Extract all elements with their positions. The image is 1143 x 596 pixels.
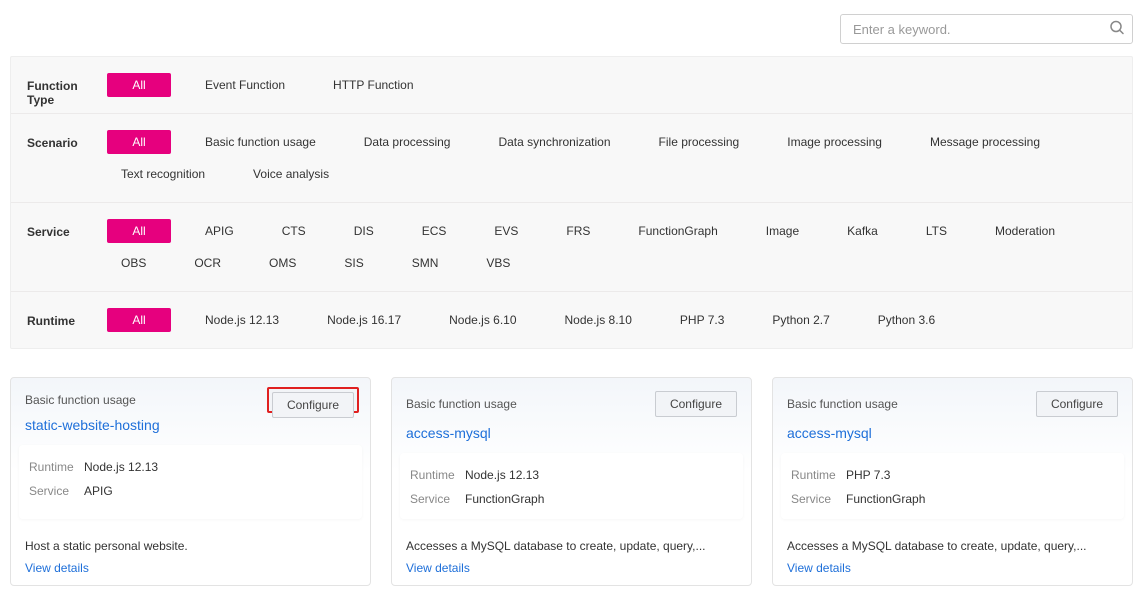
card-runtime-row: RuntimePHP 7.3 (791, 463, 1114, 487)
filter-row-runtime: RuntimeAll Node.js 12.13 Node.js 16.17 Node… (11, 292, 1132, 348)
card-category: Basic function usage (25, 393, 136, 407)
filter-chip-service-15[interactable]: SIS (330, 251, 377, 275)
filter-chip-service-8[interactable]: Image (752, 219, 813, 243)
template-card: Basic function usage Configure access-mysq… (391, 377, 752, 586)
card-description: Host a static personal website. (11, 529, 370, 557)
card-runtime-value: Node.js 12.13 (465, 468, 539, 482)
filter-chip-scenario-4[interactable]: File processing (645, 130, 754, 154)
card-runtime-label: Runtime (791, 468, 846, 482)
filter-chip-service-3[interactable]: DIS (340, 219, 388, 243)
search-box (840, 14, 1133, 44)
filter-chip-runtime-2[interactable]: Node.js 16.17 (313, 308, 415, 332)
card-service-value: FunctionGraph (465, 492, 544, 506)
filter-chip-runtime-5[interactable]: PHP 7.3 (666, 308, 738, 332)
card-service-row: ServiceFunctionGraph (791, 487, 1114, 511)
card-service-label: Service (791, 492, 846, 506)
card-category: Basic function usage (406, 397, 517, 411)
filter-row-functionType: Function TypeAll Event Function HTTP Funct… (11, 57, 1132, 114)
filter-chip-runtime-1[interactable]: Node.js 12.13 (191, 308, 293, 332)
filter-label-scenario: Scenario (27, 114, 107, 150)
card-runtime-row: RuntimeNode.js 12.13 (29, 455, 352, 479)
card-runtime-value: Node.js 12.13 (84, 460, 158, 474)
card-service-value: APIG (84, 484, 113, 498)
view-details-link[interactable]: View details (773, 557, 1132, 585)
card-body: RuntimeNode.js 12.13ServiceAPIG (19, 445, 362, 519)
filter-chip-scenario-8[interactable]: Voice analysis (239, 162, 343, 186)
filter-chip-functionType-0[interactable]: All (107, 73, 171, 97)
filter-chip-scenario-6[interactable]: Message processing (916, 130, 1054, 154)
filter-chip-service-0[interactable]: All (107, 219, 171, 243)
filter-chip-service-13[interactable]: OCR (180, 251, 235, 275)
filter-chip-scenario-3[interactable]: Data synchronization (484, 130, 624, 154)
filter-chip-scenario-0[interactable]: All (107, 130, 171, 154)
filter-values-scenario: All Basic function usage Data processing Da… (107, 114, 1132, 202)
template-card: Basic function usage Configure access-mysq… (772, 377, 1133, 586)
configure-button[interactable]: Configure (1036, 391, 1118, 417)
filter-label-service: Service (27, 203, 107, 239)
filter-chip-functionType-2[interactable]: HTTP Function (319, 73, 427, 97)
view-details-link[interactable]: View details (11, 557, 370, 585)
card-service-row: ServiceAPIG (29, 479, 352, 503)
filter-row-scenario: ScenarioAll Basic function usage Data proc… (11, 114, 1132, 203)
card-body: RuntimeNode.js 12.13ServiceFunctionGraph (400, 453, 743, 519)
search-input[interactable] (840, 14, 1133, 44)
filter-chip-service-5[interactable]: EVS (480, 219, 532, 243)
filter-chip-service-11[interactable]: Moderation (981, 219, 1069, 243)
filter-panel: Function TypeAllEvent FunctionHTTP Funct… (10, 56, 1133, 349)
filter-chip-scenario-2[interactable]: Data processing (350, 130, 465, 154)
card-service-row: ServiceFunctionGraph (410, 487, 733, 511)
filter-label-functionType: Function Type (27, 57, 107, 107)
filter-chip-service-2[interactable]: CTS (268, 219, 320, 243)
filter-label-runtime: Runtime (27, 292, 107, 328)
filter-chip-service-7[interactable]: FunctionGraph (624, 219, 731, 243)
filter-values-functionType: All Event Function HTTP Function (107, 57, 1132, 113)
card-runtime-label: Runtime (29, 460, 84, 474)
card-runtime-value: PHP 7.3 (846, 468, 890, 482)
template-card: Basic function usage Configurestatic-webs… (10, 377, 371, 586)
filter-chip-scenario-7[interactable]: Text recognition (107, 162, 219, 186)
view-details-link[interactable]: View details (392, 557, 751, 585)
filter-values-service: All APIG CTS DIS ECS EVS FRS FunctionGraph Image… (107, 203, 1132, 291)
card-service-label: Service (29, 484, 84, 498)
card-header: Basic function usage Configure (392, 378, 751, 423)
filter-chip-runtime-4[interactable]: Node.js 8.10 (551, 308, 646, 332)
filter-chip-service-12[interactable]: OBS (107, 251, 160, 275)
filter-chip-runtime-3[interactable]: Node.js 6.10 (435, 308, 530, 332)
filter-chip-runtime-7[interactable]: Python 3.6 (864, 308, 949, 332)
card-header: Basic function usage Configure (11, 378, 370, 415)
filter-chip-service-10[interactable]: LTS (912, 219, 961, 243)
filter-row-service: ServiceAll APIG CTS DIS ECS EVS FRS FunctionGra… (11, 203, 1132, 292)
filter-values-runtime: All Node.js 12.13 Node.js 16.17 Node.js 6.1… (107, 292, 1132, 348)
card-runtime-label: Runtime (410, 468, 465, 482)
filter-chip-scenario-1[interactable]: Basic function usage (191, 130, 330, 154)
configure-button[interactable]: Configure (655, 391, 737, 417)
filter-chip-service-9[interactable]: Kafka (833, 219, 892, 243)
filter-chip-service-14[interactable]: OMS (255, 251, 310, 275)
card-title-link[interactable]: access-mysql (392, 423, 751, 453)
card-runtime-row: RuntimeNode.js 12.13 (410, 463, 733, 487)
configure-button-highlight: Configure (267, 387, 359, 413)
card-body: RuntimePHP 7.3ServiceFunctionGraph (781, 453, 1124, 519)
filter-chip-functionType-1[interactable]: Event Function (191, 73, 299, 97)
filter-chip-runtime-0[interactable]: All (107, 308, 171, 332)
card-service-value: FunctionGraph (846, 492, 925, 506)
filter-chip-service-1[interactable]: APIG (191, 219, 248, 243)
card-description: Accesses a MySQL database to create, upd… (773, 529, 1132, 557)
card-title-link[interactable]: access-mysql (773, 423, 1132, 453)
filter-chip-service-17[interactable]: VBS (472, 251, 524, 275)
card-header: Basic function usage Configure (773, 378, 1132, 423)
filter-chip-runtime-6[interactable]: Python 2.7 (758, 308, 843, 332)
card-title-link[interactable]: static-website-hosting (11, 415, 370, 445)
card-service-label: Service (410, 492, 465, 506)
card-description: Accesses a MySQL database to create, upd… (392, 529, 751, 557)
cards-row: Basic function usageConfigurestatic-webs… (0, 349, 1143, 596)
filter-chip-service-4[interactable]: ECS (408, 219, 461, 243)
filter-chip-service-6[interactable]: FRS (552, 219, 604, 243)
filter-chip-scenario-5[interactable]: Image processing (773, 130, 896, 154)
search-row (0, 0, 1143, 56)
filter-chip-service-16[interactable]: SMN (398, 251, 453, 275)
card-category: Basic function usage (787, 397, 898, 411)
